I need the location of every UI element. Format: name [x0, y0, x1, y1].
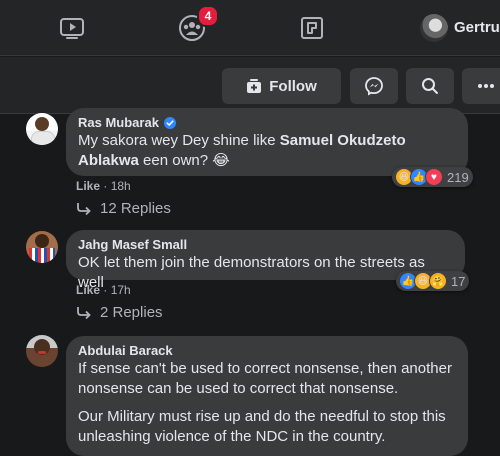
gaming-icon[interactable] [298, 14, 326, 42]
watch-icon[interactable] [58, 14, 86, 42]
top-navigation: 4 Gertrud [0, 0, 500, 56]
comment-avatar[interactable] [26, 113, 58, 145]
comment-text: My sakora wey Dey shine like Samuel Okud… [78, 132, 406, 169]
love-reaction-icon: ♥ [425, 168, 443, 186]
like-link[interactable]: Like [76, 283, 100, 297]
comment-paragraph: Our Military must rise up and do the nee… [78, 408, 446, 445]
comment-author[interactable]: Jahg Masef Small [78, 236, 453, 253]
reaction-count: 17 [451, 273, 466, 289]
comment-timestamp[interactable]: 18h [111, 179, 131, 193]
reaction-summary[interactable]: 👍 😆 🤗 17 [396, 271, 470, 291]
profile-avatar[interactable] [420, 14, 448, 42]
comment-meta: Like · 17h [76, 283, 131, 297]
page-action-bar: Follow [0, 57, 500, 114]
care-reaction-icon: 🤗 [429, 272, 447, 290]
messenger-icon [365, 77, 383, 96]
reaction-count: 219 [447, 169, 469, 185]
follow-button[interactable]: Follow [222, 68, 341, 104]
like-link[interactable]: Like [76, 179, 100, 193]
profile-name[interactable]: Gertrud [454, 19, 500, 36]
reply-arrow-icon [77, 202, 91, 215]
more-dots-icon [478, 84, 494, 88]
comment-text: OK let them join the demonstrators on th… [78, 254, 425, 291]
comment-avatar[interactable] [26, 231, 58, 263]
reaction-summary[interactable]: 😆 👍 ♥ 219 [392, 167, 473, 187]
messenger-button[interactable] [350, 68, 398, 104]
comment-avatar[interactable] [26, 335, 58, 367]
search-icon [422, 78, 438, 94]
more-options-button[interactable] [462, 68, 500, 104]
notification-badge: 4 [197, 5, 219, 27]
replies-label: 2 Replies [100, 304, 163, 321]
comment-bubble: Abdulai Barack If sense can't be used to… [66, 336, 468, 456]
comment-timestamp[interactable]: 17h [111, 283, 131, 297]
view-replies-link[interactable]: 12 Replies [76, 200, 171, 217]
follow-label: Follow [269, 77, 317, 95]
reply-arrow-icon [77, 306, 91, 319]
comment-paragraph: If sense can't be used to correct nonsen… [78, 360, 452, 397]
comment-author[interactable]: Ras Mubarak [78, 114, 456, 131]
comment-author[interactable]: Abdulai Barack [78, 342, 456, 359]
replies-label: 12 Replies [100, 200, 171, 217]
search-button[interactable] [406, 68, 454, 104]
follow-icon [247, 79, 262, 93]
view-replies-link[interactable]: 2 Replies [76, 304, 163, 321]
comment-meta: Like · 18h [76, 179, 131, 193]
comment-bubble: Ras Mubarak My sakora wey Dey shine like… [66, 108, 468, 176]
verified-badge-icon [163, 116, 176, 129]
